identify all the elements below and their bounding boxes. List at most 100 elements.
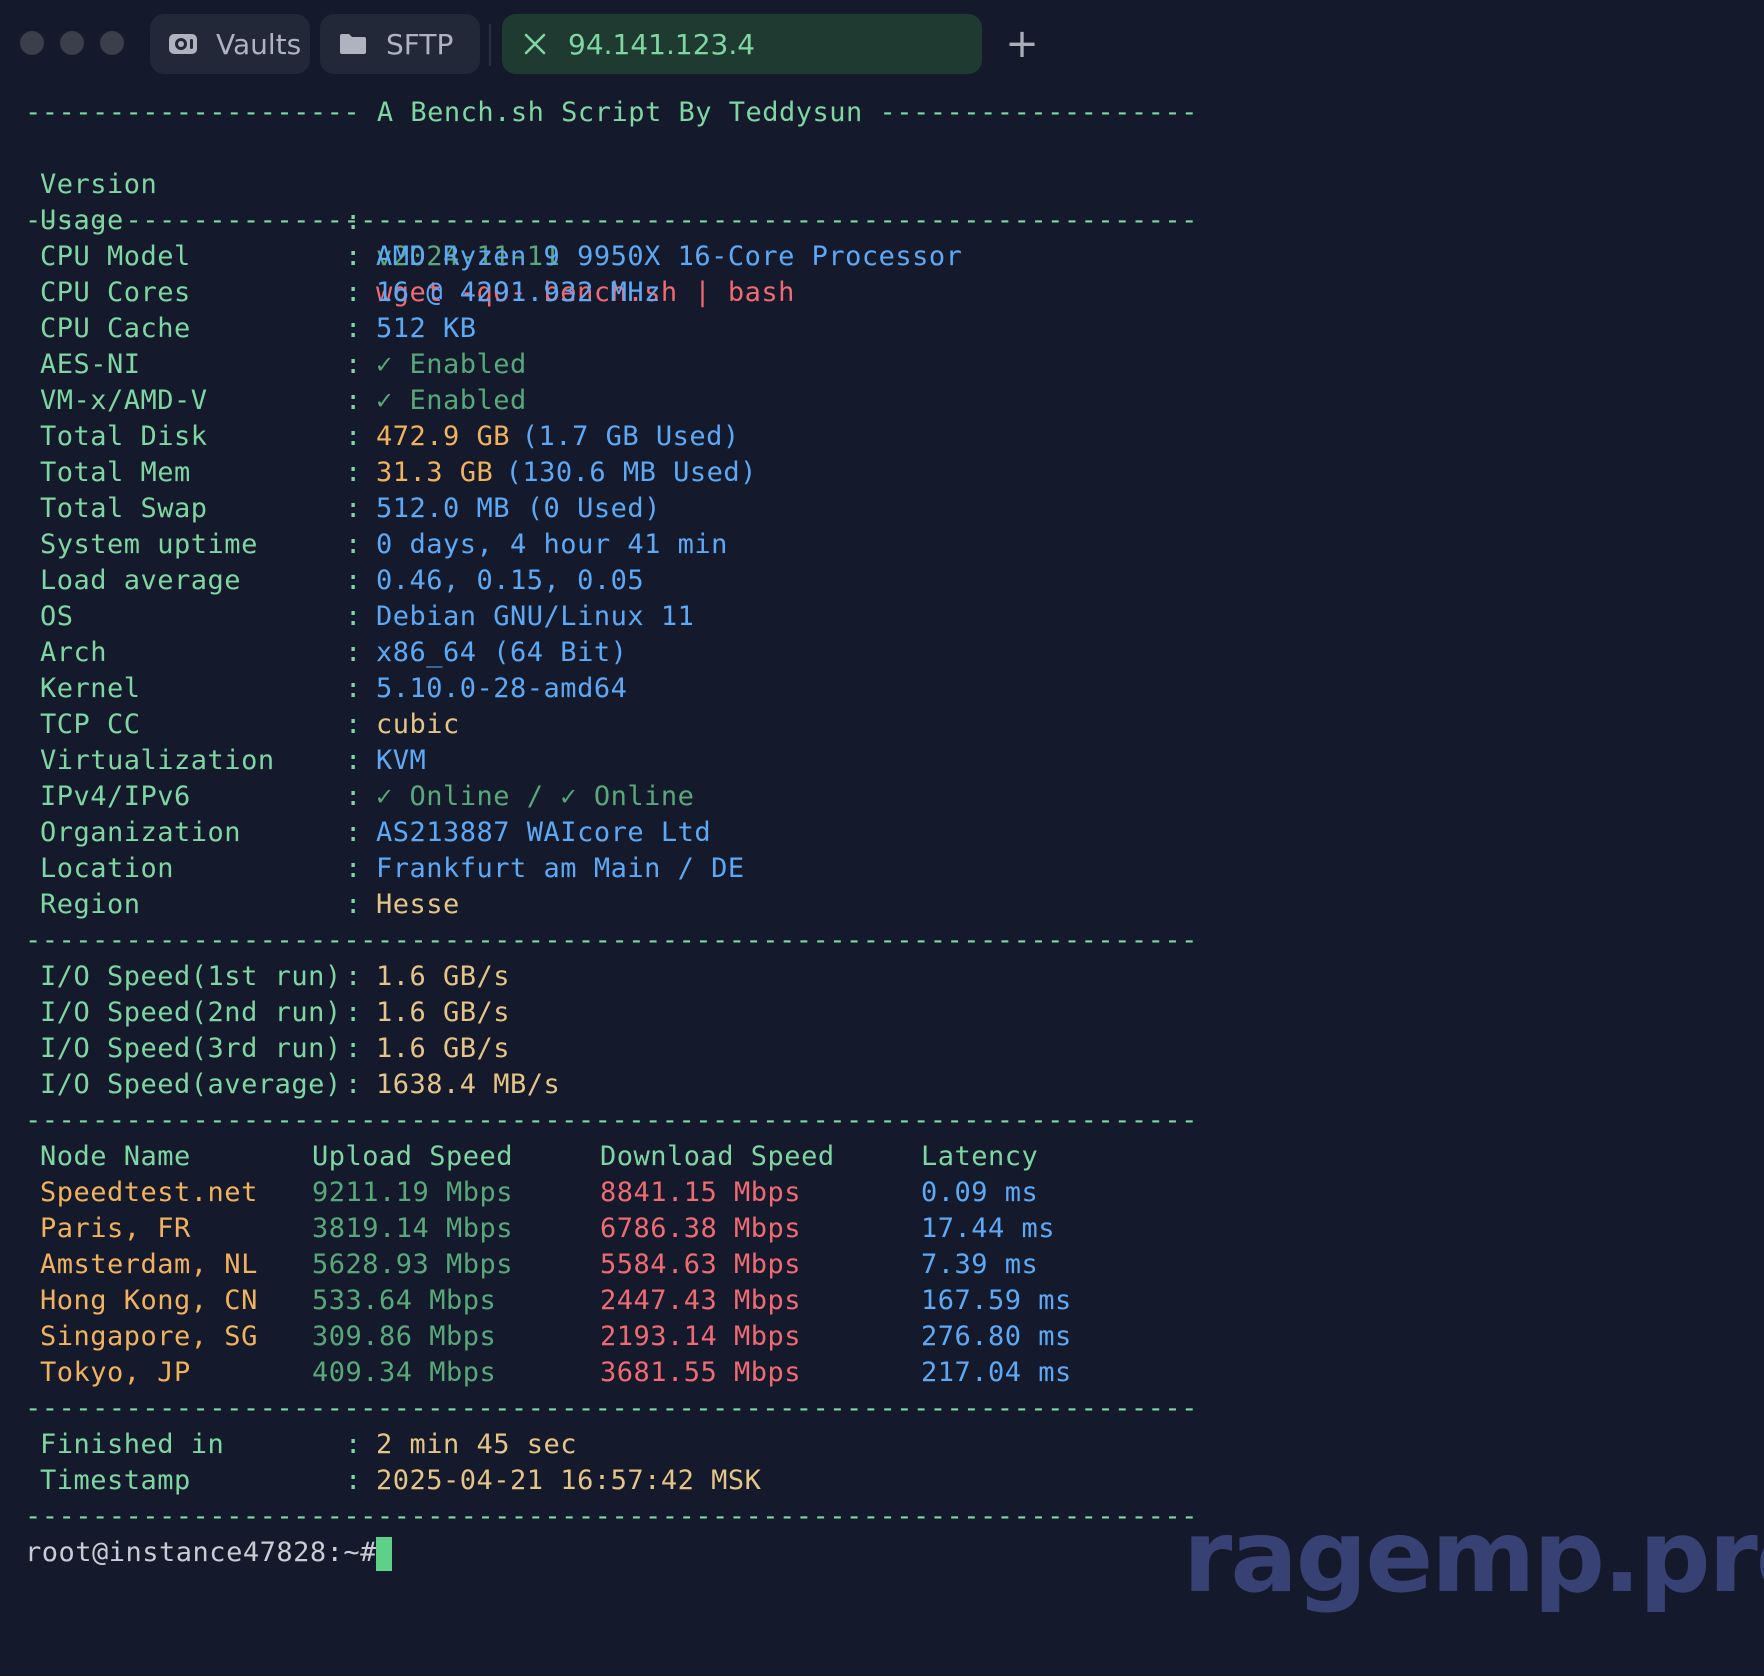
tab-label: SFTP — [386, 27, 454, 61]
download-speed: 8841.15 Mbps — [600, 1177, 802, 1208]
node-name: Tokyo, JP — [40, 1357, 191, 1388]
footer-value: 2025-04-21 16:57:42 MSK — [376, 1465, 762, 1496]
sysinfo-value: 16 @ 4291.932 MHz — [376, 277, 661, 308]
download-speed: 6786.38 Mbps — [600, 1213, 802, 1244]
footer-label: Finished in — [40, 1429, 225, 1460]
sysinfo-value-detail: (130.6 MB Used) — [505, 457, 757, 488]
colon: : — [345, 601, 362, 632]
io-label: I/O Speed(average) — [40, 1069, 342, 1100]
colon: : — [345, 1429, 362, 1460]
tab-label: Vaults — [216, 27, 302, 61]
io-value: 1.6 GB/s — [376, 1033, 511, 1064]
sysinfo-label: Kernel — [40, 673, 141, 704]
colon: : — [345, 673, 362, 704]
sysinfo-value: ✓ Enabled — [376, 349, 527, 380]
tab-label: 94.141.123.4 — [568, 27, 756, 61]
usage-line: Usage : wget -qO- bench.sh | bash — [25, 167, 794, 308]
download-speed: 3681.55 Mbps — [600, 1357, 802, 1388]
sysinfo-label: Total Disk — [40, 421, 208, 452]
upload-speed: 3819.14 Mbps — [312, 1213, 514, 1244]
shell-prompt: root@instance47828:~# — [25, 1537, 377, 1568]
close-window-button[interactable] — [20, 31, 44, 55]
divider: ----------------------------------------… — [25, 205, 1198, 236]
colon: : — [345, 529, 362, 560]
sysinfo-label: VM-x/AMD-V — [40, 385, 208, 416]
colon: : — [345, 889, 362, 920]
download-speed: 5584.63 Mbps — [600, 1249, 802, 1280]
colon: : — [345, 241, 362, 272]
latency: 167.59 ms — [921, 1285, 1072, 1316]
io-label: I/O Speed(2nd run) — [40, 997, 342, 1028]
sysinfo-value: ✓ Online / ✓ Online — [376, 781, 695, 812]
sysinfo-value: Frankfurt am Main / DE — [376, 853, 745, 884]
latency: 217.04 ms — [921, 1357, 1072, 1388]
vault-icon — [166, 27, 200, 61]
watermark-logo: ragemp.pro — [1183, 1498, 1764, 1615]
io-value: 1.6 GB/s — [376, 961, 511, 992]
close-icon[interactable] — [518, 27, 552, 61]
sysinfo-value: ✓ Enabled — [376, 385, 527, 416]
sysinfo-value: KVM — [376, 745, 427, 776]
sysinfo-label: Total Mem — [40, 457, 191, 488]
sysinfo-value: 31.3 GB — [376, 457, 494, 488]
sysinfo-value: AS213887 WAIcore Ltd — [376, 817, 712, 848]
sysinfo-value: x86_64 (64 Bit) — [376, 637, 628, 668]
zoom-window-button[interactable] — [100, 31, 124, 55]
colon: : — [345, 313, 362, 344]
footer-label: Timestamp — [40, 1465, 191, 1496]
colon: : — [345, 709, 362, 740]
sysinfo-label: CPU Cores — [40, 277, 191, 308]
upload-speed: 5628.93 Mbps — [312, 1249, 514, 1280]
node-name: Speedtest.net — [40, 1177, 258, 1208]
sysinfo-label: Load average — [40, 565, 242, 596]
sysinfo-label: CPU Model — [40, 241, 191, 272]
sysinfo-value: 512 KB — [376, 313, 477, 344]
upload-speed: 309.86 Mbps — [312, 1321, 497, 1352]
tab-host-session[interactable]: 94.141.123.4 — [502, 14, 982, 74]
sysinfo-label: Location — [40, 853, 175, 884]
colon: : — [345, 961, 362, 992]
colon: : — [345, 349, 362, 380]
tab-sftp[interactable]: SFTP — [320, 14, 480, 74]
sysinfo-label: Arch — [40, 637, 108, 668]
column-header: Node Name — [40, 1141, 191, 1172]
folder-icon — [336, 27, 370, 61]
colon: : — [345, 421, 362, 452]
sysinfo-label: OS — [40, 601, 74, 632]
sysinfo-value: 0.46, 0.15, 0.05 — [376, 565, 645, 596]
colon: : — [345, 457, 362, 488]
sysinfo-value: 0 days, 4 hour 41 min — [376, 529, 728, 560]
version-line: Version : v2024-11-11 — [25, 131, 560, 272]
tab-vaults[interactable]: Vaults — [150, 14, 310, 74]
colon: : — [345, 1465, 362, 1496]
sysinfo-value: 5.10.0-28-amd64 — [376, 673, 628, 704]
colon: : — [345, 1033, 362, 1064]
node-name: Paris, FR — [40, 1213, 191, 1244]
column-header: Latency — [921, 1141, 1039, 1172]
divider: ----------------------------------------… — [25, 1105, 1198, 1136]
sysinfo-label: Organization — [40, 817, 242, 848]
upload-speed: 533.64 Mbps — [312, 1285, 497, 1316]
colon: : — [345, 1069, 362, 1100]
colon: : — [345, 745, 362, 776]
sysinfo-value-detail: (1.7 GB Used) — [521, 421, 740, 452]
sysinfo-label: CPU Cache — [40, 313, 191, 344]
sysinfo-label: Virtualization — [40, 745, 275, 776]
sysinfo-label: System uptime — [40, 529, 258, 560]
latency: 0.09 ms — [921, 1177, 1039, 1208]
latency: 7.39 ms — [921, 1249, 1039, 1280]
io-value: 1638.4 MB/s — [376, 1069, 561, 1100]
minimize-window-button[interactable] — [60, 31, 84, 55]
node-name: Singapore, SG — [40, 1321, 258, 1352]
tab-divider — [489, 24, 491, 66]
node-name: Amsterdam, NL — [40, 1249, 258, 1280]
upload-speed: 409.34 Mbps — [312, 1357, 497, 1388]
upload-speed: 9211.19 Mbps — [312, 1177, 514, 1208]
download-speed: 2193.14 Mbps — [600, 1321, 802, 1352]
sysinfo-value: Debian GNU/Linux 11 — [376, 601, 695, 632]
io-label: I/O Speed(1st run) — [40, 961, 342, 992]
new-tab-button[interactable]: + — [1004, 20, 1040, 68]
latency: 276.80 ms — [921, 1321, 1072, 1352]
colon: : — [345, 385, 362, 416]
io-value: 1.6 GB/s — [376, 997, 511, 1028]
